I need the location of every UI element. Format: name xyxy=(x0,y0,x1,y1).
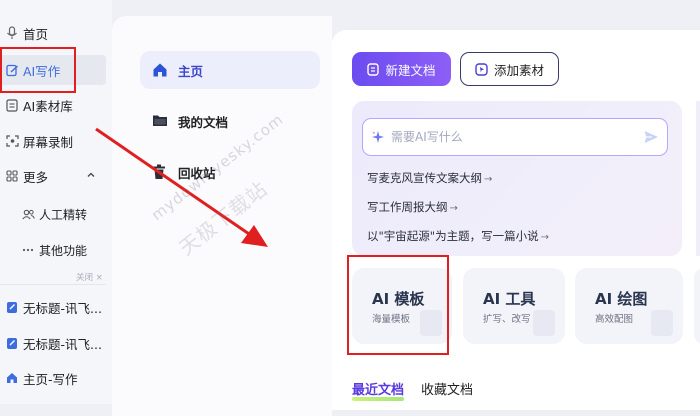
annotation-arrow xyxy=(95,127,268,247)
